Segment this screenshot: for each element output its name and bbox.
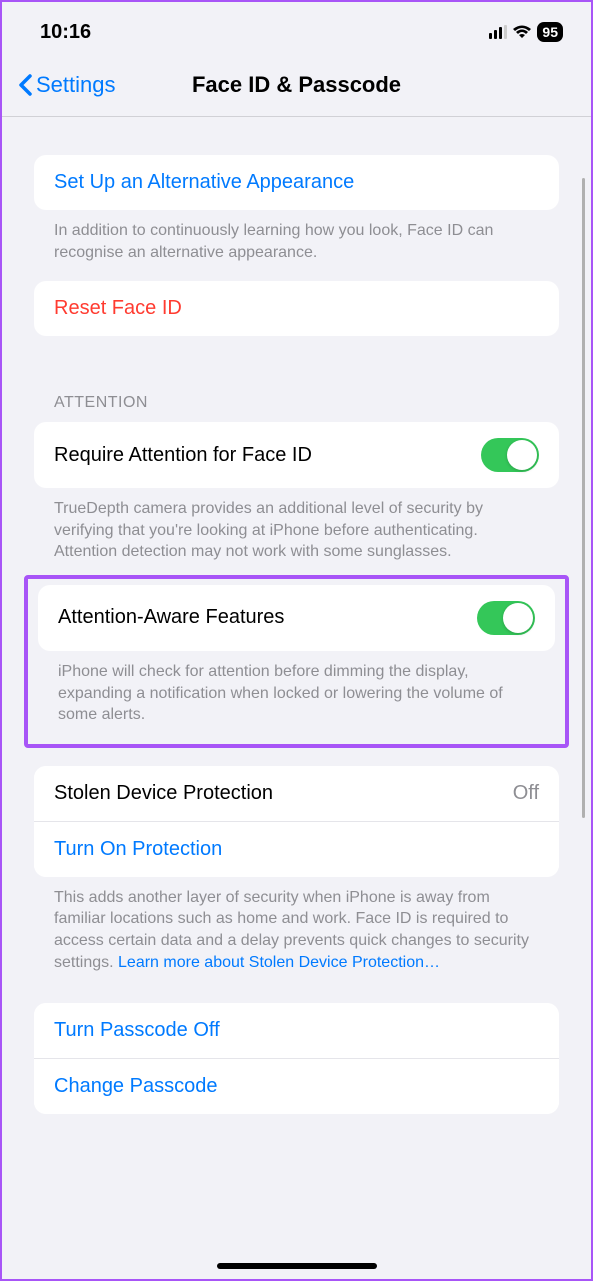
setup-alternative-appearance-button[interactable]: Set Up an Alternative Appearance — [34, 155, 559, 210]
turn-passcode-off-button[interactable]: Turn Passcode Off — [34, 1003, 559, 1059]
home-indicator[interactable] — [217, 1263, 377, 1269]
back-label: Settings — [36, 72, 116, 98]
status-bar: 10:16 95 — [2, 2, 591, 56]
require-attention-footer: TrueDepth camera provides an additional … — [34, 488, 559, 563]
require-attention-row[interactable]: Require Attention for Face ID — [34, 422, 559, 488]
back-button[interactable]: Settings — [18, 72, 116, 98]
attention-aware-label: Attention-Aware Features — [58, 606, 284, 629]
turn-on-protection-label: Turn On Protection — [54, 838, 222, 861]
turn-passcode-off-label: Turn Passcode Off — [54, 1019, 220, 1042]
attention-aware-toggle[interactable] — [477, 601, 535, 635]
attention-header: ATTENTION — [34, 394, 559, 422]
reset-face-id-button[interactable]: Reset Face ID — [34, 281, 559, 336]
turn-on-protection-button[interactable]: Turn On Protection — [34, 822, 559, 877]
highlight-attention-aware: Attention-Aware Features iPhone will che… — [24, 575, 569, 748]
attention-aware-footer: iPhone will check for attention before d… — [38, 651, 555, 726]
require-attention-label: Require Attention for Face ID — [54, 444, 312, 467]
setup-alt-footer: In addition to continuously learning how… — [34, 210, 559, 263]
attention-aware-row[interactable]: Attention-Aware Features — [38, 585, 555, 651]
change-passcode-button[interactable]: Change Passcode — [34, 1059, 559, 1114]
navigation-bar: Settings Face ID & Passcode — [2, 56, 591, 117]
wifi-icon — [512, 25, 532, 40]
status-icons: 95 — [489, 22, 563, 42]
require-attention-toggle[interactable] — [481, 438, 539, 472]
change-passcode-label: Change Passcode — [54, 1075, 217, 1098]
stolen-footer: This adds another layer of security when… — [34, 877, 559, 973]
learn-more-link[interactable]: Learn more about Stolen Device Protectio… — [118, 954, 440, 971]
stolen-value: Off — [513, 782, 539, 805]
reset-face-id-label: Reset Face ID — [54, 297, 182, 320]
scrollbar[interactable] — [582, 178, 585, 818]
battery-indicator: 95 — [537, 22, 563, 42]
cellular-signal-icon — [489, 25, 508, 39]
stolen-device-protection-row[interactable]: Stolen Device Protection Off — [34, 766, 559, 822]
status-time: 10:16 — [40, 21, 91, 44]
content-area: Set Up an Alternative Appearance In addi… — [2, 117, 591, 1114]
stolen-label: Stolen Device Protection — [54, 782, 273, 805]
page-title: Face ID & Passcode — [192, 72, 401, 98]
setup-alt-label: Set Up an Alternative Appearance — [54, 171, 354, 194]
chevron-left-icon — [18, 74, 32, 96]
